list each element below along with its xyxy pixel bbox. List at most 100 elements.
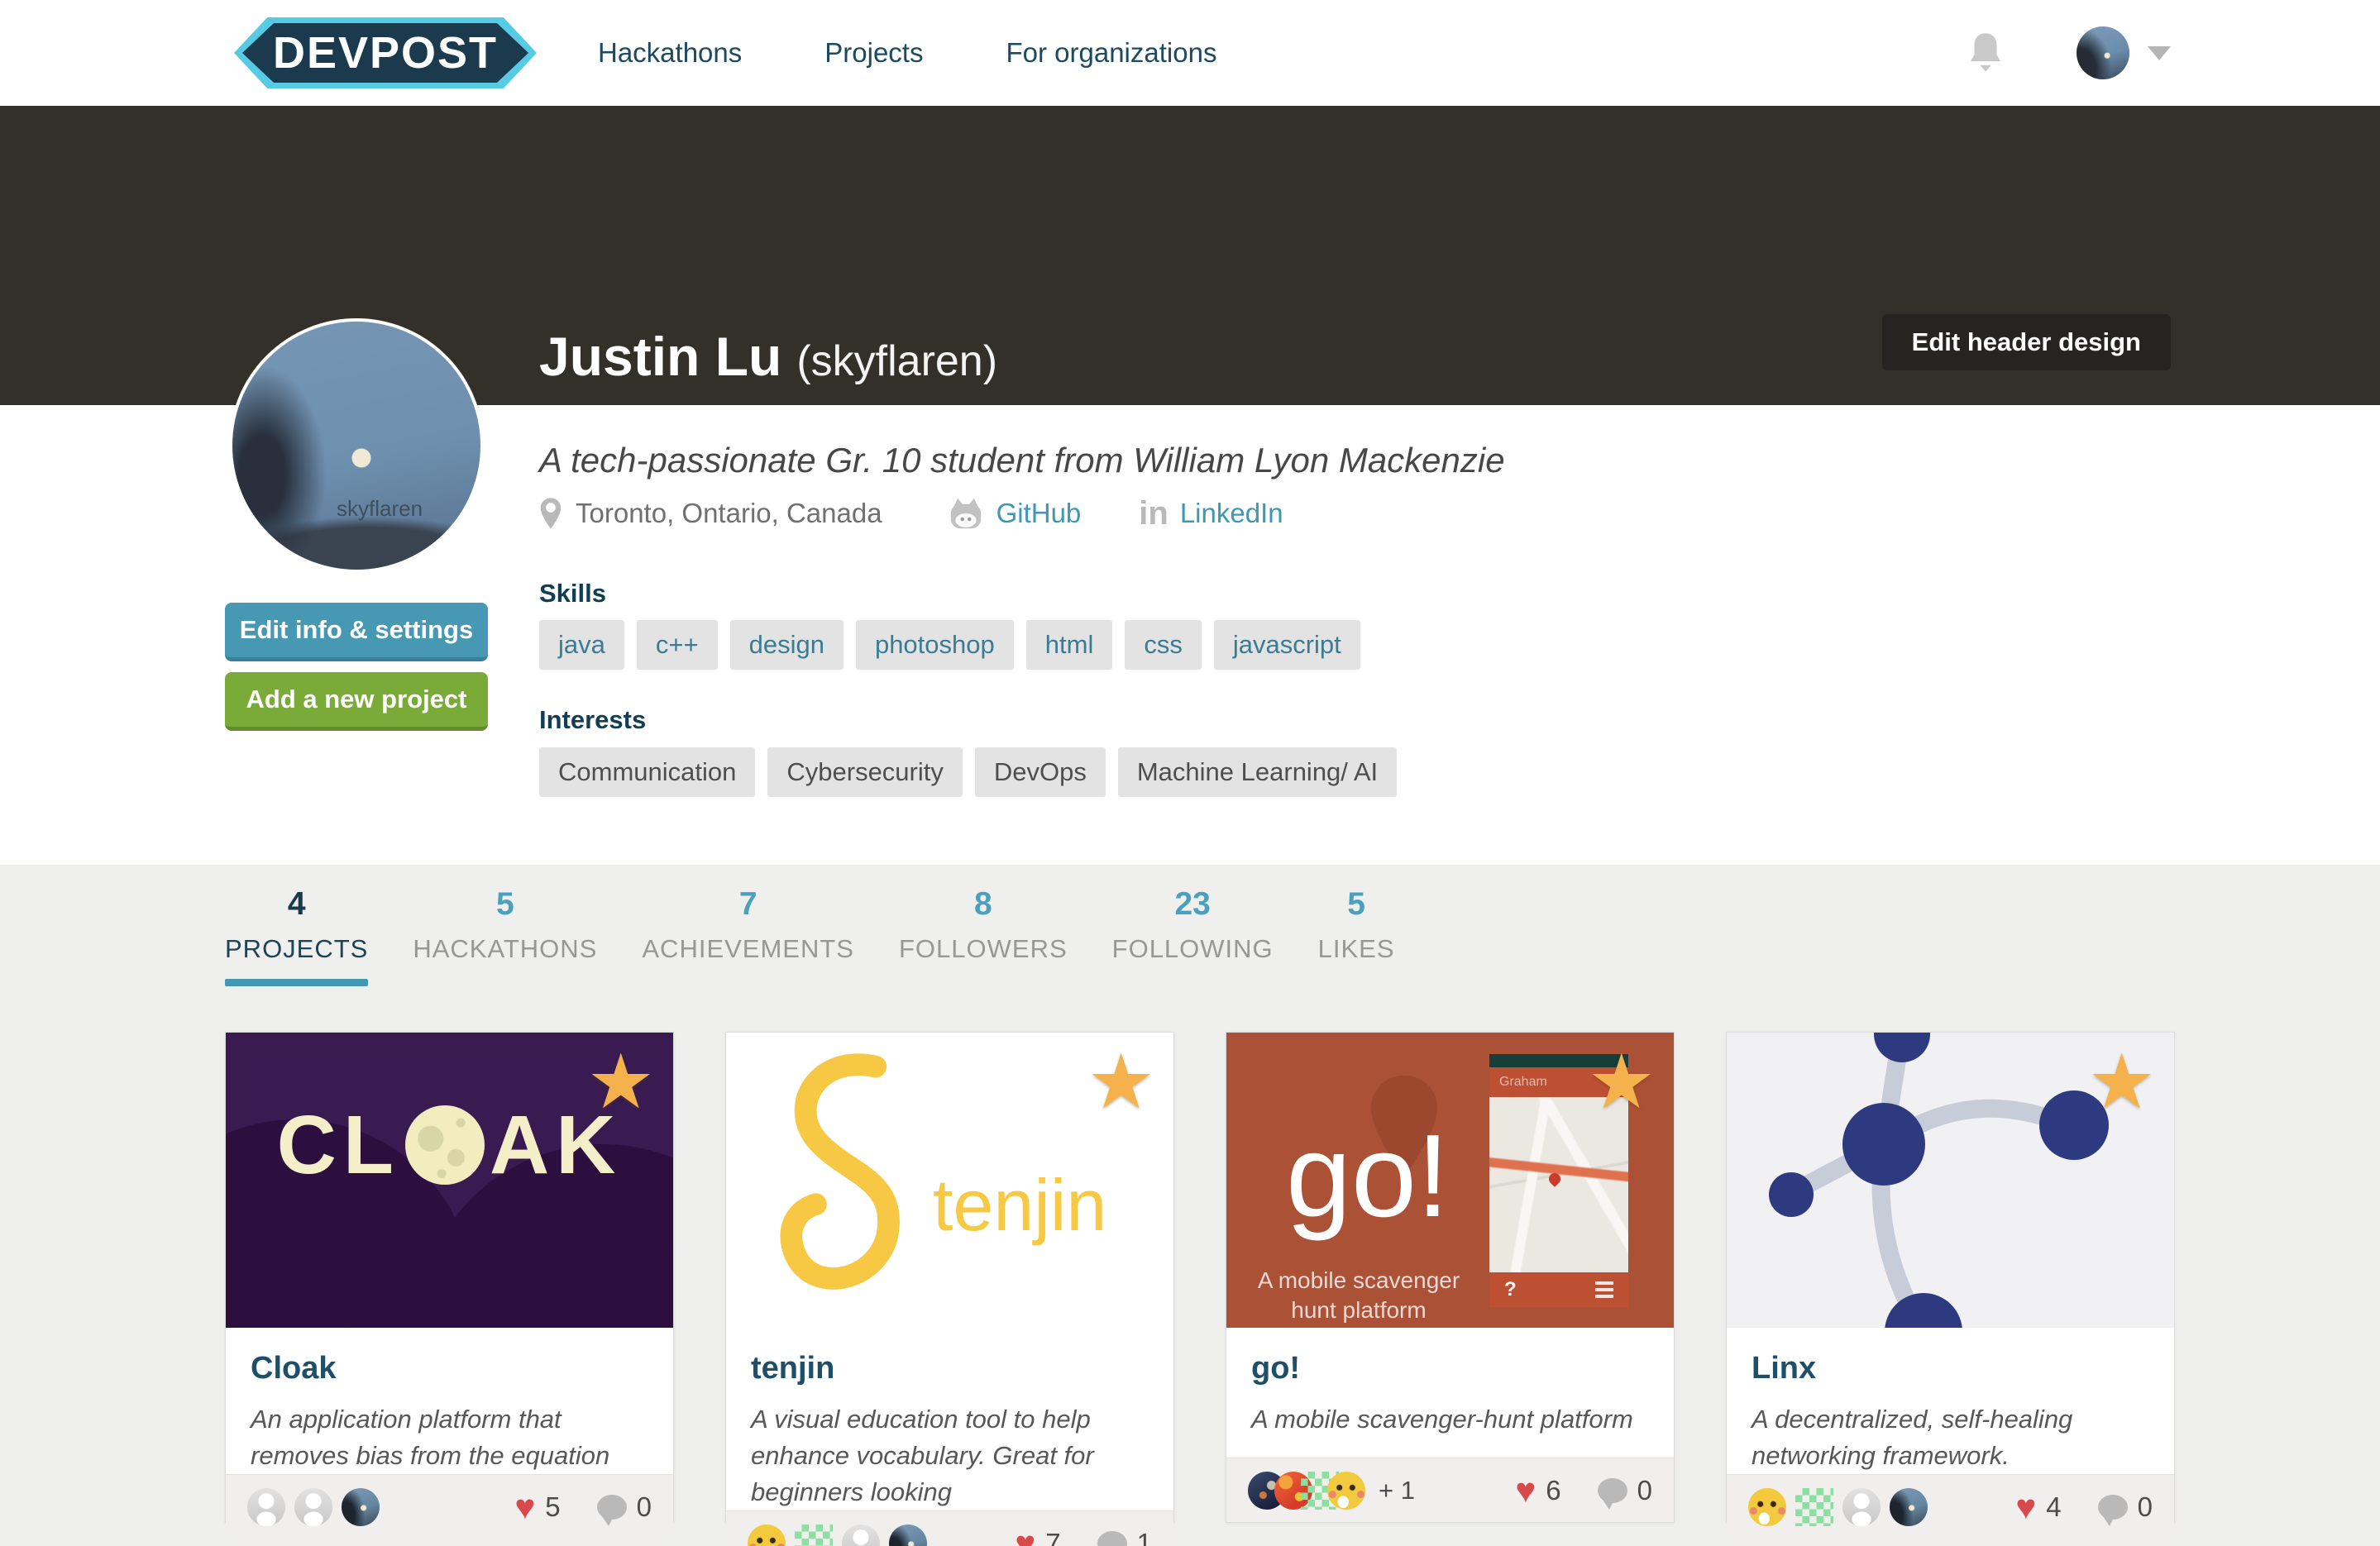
edit-header-design-button[interactable]: Edit header design xyxy=(1882,314,2171,370)
member-avatar[interactable] xyxy=(795,1525,833,1546)
profile-action-buttons: Edit info & settings Add a new project xyxy=(225,603,488,731)
devpost-logo-inner: DEVPOST xyxy=(242,23,528,83)
card-stats: ♥ 4 0 xyxy=(2015,1490,2153,1525)
devpost-logo-text: DEVPOST xyxy=(273,27,498,79)
edit-info-settings-button[interactable]: Edit info & settings xyxy=(225,603,488,661)
profile-tagline: A tech-passionate Gr. 10 student from Wi… xyxy=(539,441,1505,480)
tab-projects[interactable]: 4 PROJECTS xyxy=(225,886,368,986)
tab-count: 5 xyxy=(496,886,514,923)
member-avatar[interactable] xyxy=(1890,1488,1928,1526)
tab-count: 8 xyxy=(974,886,992,923)
team-avatars: + 1 xyxy=(1248,1472,1415,1510)
likes-count: 4 xyxy=(2046,1491,2061,1523)
extra-members-count: + 1 xyxy=(1379,1476,1415,1505)
winner-star-icon: ★ xyxy=(2088,1044,2156,1120)
tab-hackathons[interactable]: 5 HACKATHONS xyxy=(413,886,597,964)
project-thumbnail: go! A mobile scavenger hunt platform Gra… xyxy=(1226,1033,1674,1328)
skill-tag[interactable]: c++ xyxy=(637,620,718,670)
tab-label: FOLLOWERS xyxy=(899,934,1068,964)
member-avatar[interactable] xyxy=(1842,1488,1881,1526)
comments-icon[interactable] xyxy=(2098,1495,2128,1520)
project-thumbnail: tenjin ★ xyxy=(726,1033,1173,1328)
project-card-tenjin[interactable]: tenjin ★ tenjin A visual education tool … xyxy=(725,1032,1174,1523)
menu-icon xyxy=(1595,1281,1613,1298)
card-footer: ♥ 4 0 xyxy=(1727,1474,2174,1539)
comments-count: 0 xyxy=(2138,1491,2153,1523)
card-body: go! A mobile scavenger-hunt platform xyxy=(1226,1328,1674,1458)
project-cards: CL AK ★ Cloak An application platform th… xyxy=(225,1032,2175,1523)
member-avatar[interactable] xyxy=(889,1525,927,1546)
member-avatar[interactable] xyxy=(1327,1472,1365,1510)
skill-tag[interactable]: java xyxy=(539,620,624,670)
tab-following[interactable]: 23 FOLLOWING xyxy=(1112,886,1274,964)
member-avatar[interactable] xyxy=(1795,1488,1833,1526)
interest-tag[interactable]: Cybersecurity xyxy=(767,747,963,797)
project-title[interactable]: go! xyxy=(1251,1351,1649,1386)
project-description: An application platform that removes bia… xyxy=(251,1401,648,1474)
card-body: Cloak An application platform that remov… xyxy=(226,1328,673,1474)
project-title[interactable]: Cloak xyxy=(251,1351,648,1386)
project-card-linx[interactable]: ★ Linx A decentralized, self-healing net… xyxy=(1726,1032,2175,1523)
winner-star-icon: ★ xyxy=(1588,1044,1656,1120)
member-avatar[interactable] xyxy=(294,1488,332,1526)
member-avatar[interactable] xyxy=(748,1525,786,1546)
interests-tags: Communication Cybersecurity DevOps Machi… xyxy=(539,747,1397,797)
chevron-down-icon[interactable] xyxy=(2148,46,2171,60)
project-title[interactable]: tenjin xyxy=(751,1351,1149,1386)
profile-name-row: Justin Lu (skyflaren) xyxy=(539,325,997,388)
add-new-project-button[interactable]: Add a new project xyxy=(225,672,488,731)
skill-tag[interactable]: html xyxy=(1026,620,1113,670)
skill-tag[interactable]: design xyxy=(730,620,844,670)
likes-heart-icon[interactable]: ♥ xyxy=(1515,1473,1536,1508)
tab-label: HACKATHONS xyxy=(413,934,597,964)
member-avatar[interactable] xyxy=(247,1488,285,1526)
profile-photo[interactable]: skyflaren xyxy=(229,318,484,573)
card-stats: ♥ 6 0 xyxy=(1515,1473,1652,1508)
nav-link-organizations[interactable]: For organizations xyxy=(1006,37,1216,69)
nav-link-projects[interactable]: Projects xyxy=(824,37,923,69)
top-navigation: DEVPOST Hackathons Projects For organiza… xyxy=(0,0,2380,106)
interest-tag[interactable]: Communication xyxy=(539,747,755,797)
tab-likes[interactable]: 5 LIKES xyxy=(1318,886,1395,964)
comments-icon[interactable] xyxy=(1598,1478,1627,1503)
project-title[interactable]: Linx xyxy=(1752,1351,2149,1386)
project-thumbnail: ★ xyxy=(1727,1033,2174,1328)
likes-heart-icon[interactable]: ♥ xyxy=(1015,1526,1035,1546)
tab-label: FOLLOWING xyxy=(1112,934,1274,964)
profile-name: Justin Lu xyxy=(539,325,781,388)
member-avatar[interactable] xyxy=(842,1525,880,1546)
team-avatars xyxy=(748,1525,927,1546)
location: Toronto, Ontario, Canada xyxy=(539,497,882,530)
tab-followers[interactable]: 8 FOLLOWERS xyxy=(899,886,1068,964)
skill-tag[interactable]: javascript xyxy=(1214,620,1360,670)
tab-label: ACHIEVEMENTS xyxy=(642,934,854,964)
team-avatars xyxy=(1748,1488,1928,1526)
github-link[interactable]: GitHub xyxy=(947,496,1082,531)
github-link-label: GitHub xyxy=(996,498,1082,529)
member-avatar[interactable] xyxy=(342,1488,380,1526)
tab-count: 4 xyxy=(288,886,306,923)
interest-tag[interactable]: DevOps xyxy=(975,747,1106,797)
likes-heart-icon[interactable]: ♥ xyxy=(2015,1490,2036,1525)
tab-label: LIKES xyxy=(1318,934,1395,964)
comments-count: 0 xyxy=(637,1491,652,1523)
likes-heart-icon[interactable]: ♥ xyxy=(514,1490,535,1525)
tab-count: 23 xyxy=(1174,886,1210,923)
likes-count: 7 xyxy=(1045,1528,1060,1546)
project-card-go[interactable]: go! A mobile scavenger hunt platform Gra… xyxy=(1226,1032,1675,1523)
interest-tag[interactable]: Machine Learning/ AI xyxy=(1118,747,1397,797)
skill-tag[interactable]: css xyxy=(1125,620,1202,670)
member-avatar[interactable] xyxy=(1748,1488,1786,1526)
tab-achievements[interactable]: 7 ACHIEVEMENTS xyxy=(642,886,854,964)
project-card-cloak[interactable]: CL AK ★ Cloak An application platform th… xyxy=(225,1032,674,1523)
linkedin-link[interactable]: in LinkedIn xyxy=(1139,497,1283,530)
comments-icon[interactable] xyxy=(1097,1531,1127,1546)
card-footer: ♥ 5 0 xyxy=(226,1474,673,1539)
nav-link-hackathons[interactable]: Hackathons xyxy=(598,37,742,69)
skill-tag[interactable]: photoshop xyxy=(856,620,1014,670)
notifications-bell-icon[interactable] xyxy=(1967,31,2004,74)
user-avatar[interactable] xyxy=(2077,26,2129,79)
devpost-logo[interactable]: DEVPOST xyxy=(234,17,537,88)
comments-icon[interactable] xyxy=(597,1495,627,1520)
tab-label: PROJECTS xyxy=(225,934,368,964)
